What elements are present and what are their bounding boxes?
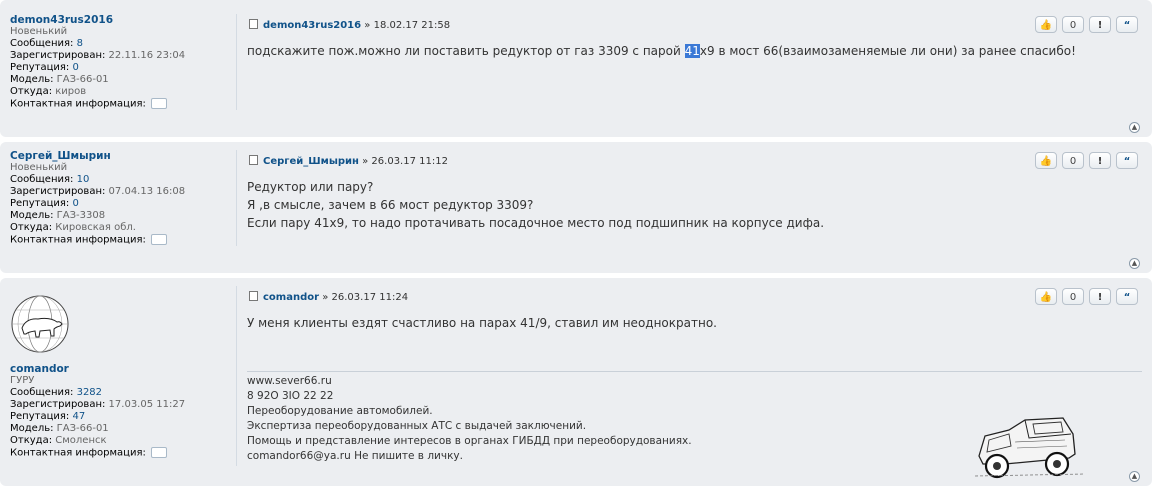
like-count: 0 xyxy=(1062,288,1084,305)
quote-button[interactable]: “ xyxy=(1116,152,1138,169)
post-buttons: 👍 0 ! “ xyxy=(1035,152,1138,169)
quote-button[interactable]: “ xyxy=(1116,16,1138,33)
post-profile: Сергей_Шмырин Новенький Сообщения: 10 За… xyxy=(10,150,230,247)
quote-button[interactable]: “ xyxy=(1116,288,1138,305)
profile-row: Откуда: Смоленск xyxy=(10,435,107,446)
avatar xyxy=(11,295,69,353)
signature-line: Переоборудование автомобилей. xyxy=(247,405,433,417)
profile-row: Сообщения: 10 xyxy=(10,174,90,185)
post-buttons: 👍 0 ! “ xyxy=(1035,16,1138,33)
divider xyxy=(236,286,237,466)
profile-row: Репутация: 0 xyxy=(10,198,79,209)
divider xyxy=(236,150,237,246)
reputation-link[interactable]: 47 xyxy=(72,411,85,422)
like-count: 0 xyxy=(1062,152,1084,169)
profile-row: Модель: ГАЗ-66-01 xyxy=(10,423,109,434)
truck-sketch-image xyxy=(975,417,1085,479)
post-author-link[interactable]: comandor xyxy=(263,292,319,303)
content-line: Редуктор или пару? xyxy=(247,180,374,194)
content-line: Если пару 41х9, то надо протачивать поса… xyxy=(247,216,825,230)
contact-icon[interactable] xyxy=(151,447,168,458)
user-rank: Новенький xyxy=(10,162,68,173)
report-button[interactable]: ! xyxy=(1089,152,1111,169)
reputation-link[interactable]: 0 xyxy=(72,62,78,73)
post-profile: demon43rus2016 Новенький Сообщения: 8 За… xyxy=(10,14,230,111)
profile-row: Зарегистрирован: 17.03.05 11:27 xyxy=(10,399,186,410)
report-button[interactable]: ! xyxy=(1089,16,1111,33)
profile-row: Репутация: 0 xyxy=(10,62,79,73)
contact-icon[interactable] xyxy=(151,234,168,245)
profile-row: Модель: ГАЗ-3308 xyxy=(10,210,106,221)
profile-row: Сообщения: 8 xyxy=(10,38,83,49)
post-profile: comandor ГУРУ Сообщения: 3282 Зарегистри… xyxy=(10,363,230,460)
profile-row: Контактная информация: xyxy=(10,234,230,247)
profile-row: Зарегистрирован: 22.11.16 23:04 xyxy=(10,50,186,61)
profile-row: Контактная информация: xyxy=(10,447,230,460)
posts-count-link[interactable]: 3282 xyxy=(77,387,102,398)
user-rank: ГУРУ xyxy=(10,375,35,386)
post-header: comandor » 26.03.17 11:24 xyxy=(249,291,408,303)
signature: www.sever66.ru 8 92О 3IО 22 22 Переобору… xyxy=(247,374,692,464)
post-icon xyxy=(249,291,258,301)
profile-row: Репутация: 47 xyxy=(10,411,86,422)
signature-line: 8 92О 3IО 22 22 xyxy=(247,390,334,402)
profile-row: Откуда: Кировская обл. xyxy=(10,222,136,233)
post-icon xyxy=(249,19,258,29)
post-buttons: 👍 0 ! “ xyxy=(1035,288,1138,305)
like-button[interactable]: 👍 xyxy=(1035,16,1057,33)
report-button[interactable]: ! xyxy=(1089,288,1111,305)
post-icon xyxy=(249,155,258,165)
signature-line: comandor66@ya.ru Не пишите в личку. xyxy=(247,450,463,462)
back-to-top-icon[interactable]: ▲ xyxy=(1129,258,1140,269)
content-line: Я ,в смысле, зачем в 66 мост редуктор 33… xyxy=(247,198,534,212)
profile-row: Модель: ГАЗ-66-01 xyxy=(10,74,109,85)
post-header: demon43rus2016 » 18.02.17 21:58 xyxy=(249,19,450,31)
profile-row: Контактная информация: xyxy=(10,98,230,111)
username-link[interactable]: Сергей_Шмырин xyxy=(10,150,230,162)
back-to-top-icon[interactable]: ▲ xyxy=(1129,471,1140,482)
post-content: У меня клиенты ездят счастливо на парах … xyxy=(247,314,717,332)
selected-text: 41 xyxy=(684,44,700,58)
post-date: » 26.03.17 11:12 xyxy=(362,156,448,167)
signature-link[interactable]: www.sever66.ru xyxy=(247,374,692,389)
reputation-link[interactable]: 0 xyxy=(72,198,78,209)
post-date: » 26.03.17 11:24 xyxy=(322,292,409,303)
post-author-link[interactable]: demon43rus2016 xyxy=(263,20,361,31)
signature-line: Помощь и представление интересов в орган… xyxy=(247,435,692,447)
post-content: Редуктор или пару? Я ,в смысле, зачем в … xyxy=(247,178,824,232)
post-author-link[interactable]: Сергей_Шмырин xyxy=(263,156,359,167)
signature-divider xyxy=(247,371,1142,372)
user-rank: Новенький xyxy=(10,26,68,37)
profile-row: Зарегистрирован: 07.04.13 16:08 xyxy=(10,186,186,197)
content-line: У меня клиенты ездят счастливо на парах … xyxy=(247,316,717,330)
profile-row: Откуда: киров xyxy=(10,86,87,97)
back-to-top-icon[interactable]: ▲ xyxy=(1129,122,1140,133)
posts-count-link[interactable]: 10 xyxy=(77,174,90,185)
like-button[interactable]: 👍 xyxy=(1035,152,1057,169)
signature-line: Экспертиза переоборудованных АТС с выдач… xyxy=(247,420,587,432)
post-date: » 18.02.17 21:58 xyxy=(364,20,451,31)
post-1: demon43rus2016 Новенький Сообщения: 8 За… xyxy=(0,0,1152,137)
post-content: подскажите пож.можно ли поставить редукт… xyxy=(247,44,1076,58)
like-count: 0 xyxy=(1062,16,1084,33)
contact-icon[interactable] xyxy=(151,98,168,109)
username-link[interactable]: demon43rus2016 xyxy=(10,14,230,26)
post-header: Сергей_Шмырин » 26.03.17 11:12 xyxy=(249,155,448,167)
username-link[interactable]: comandor xyxy=(10,363,230,375)
like-button[interactable]: 👍 xyxy=(1035,288,1057,305)
profile-row: Сообщения: 3282 xyxy=(10,387,103,398)
post-2: Сергей_Шмырин Новенький Сообщения: 10 За… xyxy=(0,142,1152,273)
posts-count-link[interactable]: 8 xyxy=(77,38,83,49)
divider xyxy=(236,14,237,110)
